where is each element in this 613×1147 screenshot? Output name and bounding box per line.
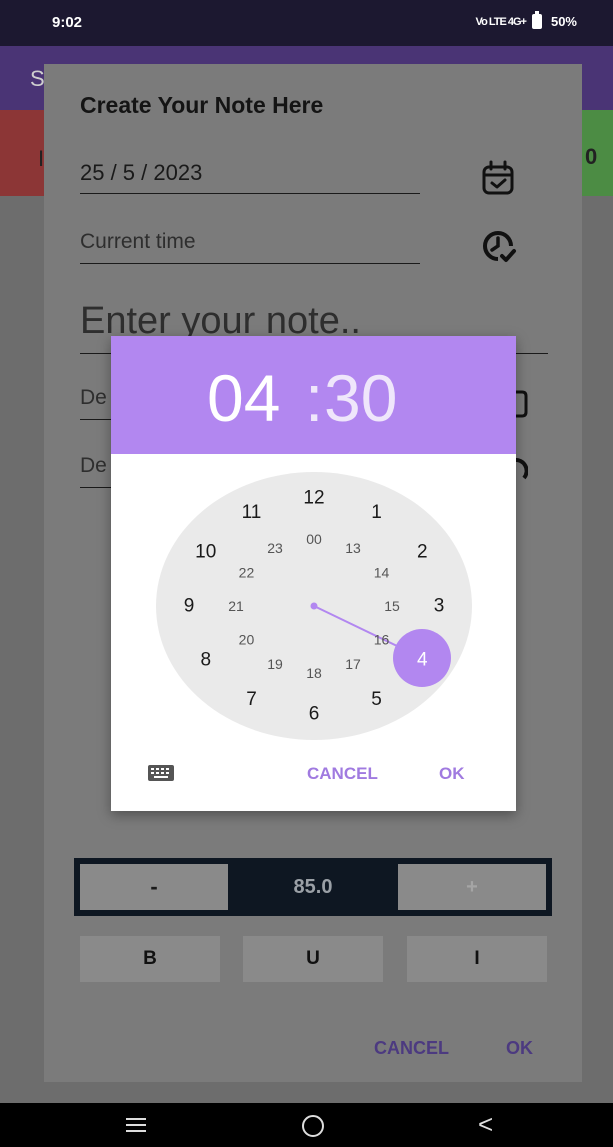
- decrease-font-button[interactable]: -: [80, 864, 228, 910]
- time-picker-cancel-button[interactable]: CANCEL: [307, 764, 378, 784]
- inner-clock-number[interactable]: 19: [267, 656, 283, 672]
- inner-clock-number[interactable]: 00: [306, 531, 322, 547]
- menu-icon[interactable]: [124, 1115, 148, 1135]
- battery-level: 50%: [550, 14, 577, 29]
- clock-icon-partial[interactable]: [514, 456, 528, 486]
- calendar-icon-partial[interactable]: [514, 386, 528, 418]
- inner-clock-number[interactable]: 15: [384, 598, 400, 614]
- outer-clock-number[interactable]: 4: [417, 650, 428, 671]
- home-icon[interactable]: [302, 1115, 324, 1137]
- dialog-title: Create Your Note Here: [80, 92, 324, 118]
- inner-clock-number[interactable]: 13: [345, 540, 361, 556]
- status-time: 9:02: [52, 14, 83, 31]
- battery-icon: [531, 11, 542, 29]
- time-separator: :: [305, 361, 324, 435]
- font-size-value: 85.0: [293, 876, 333, 898]
- time-picker-dialog: 04 : 30 12 1 2 3 4 5 6 7 8 9 10 11 00 13 14 15 16 17 18 19…: [111, 336, 516, 811]
- inner-clock-number[interactable]: 23: [267, 540, 283, 556]
- note-ok-button[interactable]: OK: [506, 1038, 533, 1059]
- outer-clock-number[interactable]: 12: [303, 488, 324, 509]
- outer-clock-number[interactable]: 9: [184, 596, 195, 617]
- calendar-icon[interactable]: [478, 158, 518, 198]
- inner-clock-number[interactable]: 16: [374, 632, 390, 648]
- outer-clock-number[interactable]: 5: [371, 689, 382, 710]
- inner-clock-number[interactable]: 20: [239, 632, 255, 648]
- outer-clock-number[interactable]: 10: [195, 542, 216, 563]
- font-size-control: - 85.0 +: [74, 858, 552, 916]
- time-picker-header: 04 : 30: [111, 336, 516, 454]
- app-title-fragment: S: [30, 66, 45, 91]
- keyboard-icon[interactable]: [147, 764, 175, 782]
- inner-clock-number[interactable]: 18: [306, 665, 322, 681]
- inner-clock-number[interactable]: 22: [239, 565, 255, 581]
- outer-clock-number[interactable]: 11: [242, 502, 262, 523]
- inner-clock-number[interactable]: 21: [228, 598, 244, 614]
- increase-font-button[interactable]: +: [398, 864, 546, 910]
- italic-button[interactable]: I: [407, 936, 547, 982]
- note-cancel-button[interactable]: CANCEL: [374, 1038, 449, 1059]
- navigation-bar: <: [0, 1103, 613, 1147]
- status-indicators: Vo LTE 4G+ 50%: [475, 11, 577, 29]
- inner-clock-number[interactable]: 17: [345, 656, 361, 672]
- clock-check-icon[interactable]: [478, 226, 518, 266]
- underline-button[interactable]: U: [243, 936, 383, 982]
- time-field[interactable]: Current time: [80, 230, 420, 264]
- bold-button[interactable]: B: [80, 936, 220, 982]
- status-bar: 9:02 Vo LTE 4G+ 50%: [0, 0, 613, 46]
- outer-clock-number[interactable]: 1: [371, 502, 382, 523]
- outer-clock-number[interactable]: 8: [200, 650, 211, 671]
- back-icon[interactable]: <: [478, 1109, 493, 1140]
- time-picker-ok-button[interactable]: OK: [439, 764, 465, 784]
- selected-hour[interactable]: 04: [207, 360, 280, 436]
- inner-clock-number[interactable]: 14: [374, 565, 390, 581]
- clock-dial[interactable]: 121234567891011 001314151617181920212223: [156, 472, 472, 740]
- outer-clock-number[interactable]: 7: [246, 689, 257, 710]
- outer-clock-number[interactable]: 6: [309, 704, 320, 725]
- selected-minute[interactable]: 30: [324, 360, 397, 436]
- date-field[interactable]: 25 / 5 / 2023: [80, 160, 420, 194]
- outer-clock-number[interactable]: 3: [434, 596, 445, 617]
- network-indicator: Vo LTE 4G+: [475, 15, 527, 28]
- background-right-text: 0: [585, 144, 598, 169]
- outer-clock-number[interactable]: 2: [417, 542, 428, 563]
- clock-center-dot: [310, 602, 318, 610]
